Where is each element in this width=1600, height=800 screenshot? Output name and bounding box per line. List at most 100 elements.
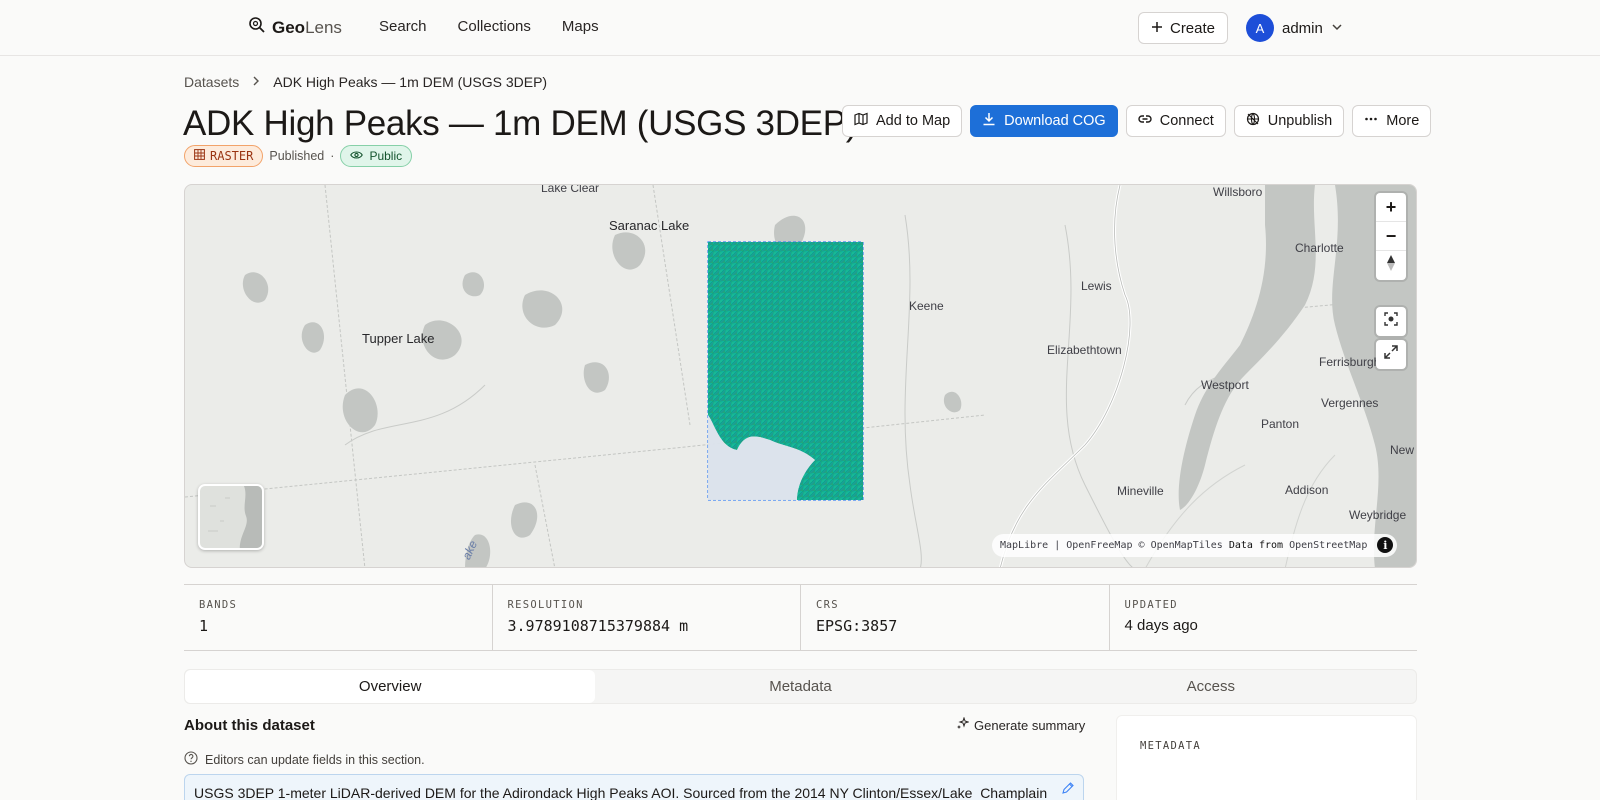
info-icon[interactable]: i	[1377, 537, 1394, 553]
map-label-vergennes: Vergennes	[1321, 396, 1379, 410]
more-label: More	[1386, 113, 1420, 129]
link-icon	[1138, 112, 1152, 130]
add-to-map-label: Add to Map	[876, 113, 951, 129]
map-label-saranac-lake: Saranac Lake	[609, 218, 690, 233]
compass-icon	[1385, 254, 1397, 277]
download-cog-button[interactable]: Download COG	[970, 105, 1118, 137]
unpublish-button[interactable]: Unpublish	[1233, 105, 1345, 137]
create-label: Create	[1169, 19, 1216, 37]
page-title: ADK High Peaks — 1m DEM (USGS 3DEP)	[183, 104, 858, 143]
breadcrumb-current: ADK High Peaks — 1m DEM (USGS 3DEP)	[273, 74, 548, 90]
map-label-tupper-lake: Tupper Lake	[362, 331, 435, 346]
stat-value: 3.9789108715379884 m	[507, 617, 689, 635]
sparkles-icon	[956, 716, 970, 733]
download-icon	[982, 112, 996, 130]
create-button[interactable]: Create	[1138, 12, 1228, 44]
fullscreen-button[interactable]	[1376, 340, 1406, 369]
map-zoom-controls: + −	[1376, 193, 1406, 280]
stat-value: 4 days ago	[1124, 617, 1198, 634]
stat-resolution: RESOLUTION 3.9789108715379884 m	[493, 585, 801, 650]
compass-button[interactable]	[1376, 251, 1406, 280]
stat-label: BANDS	[199, 599, 238, 611]
map-label-westport: Westport	[1201, 378, 1249, 392]
description-field[interactable]: USGS 3DEP 1-meter LiDAR-derived DEM for …	[184, 774, 1084, 800]
map-view[interactable]: Lake Clear Saranac Lake Tupper Lake Keen…	[184, 184, 1417, 568]
type-badge: RASTER	[184, 145, 264, 167]
stat-updated: UPDATED 4 days ago	[1110, 585, 1418, 650]
editors-note: Editors can update fields in this sectio…	[184, 751, 425, 768]
logo-magnifier-icon	[248, 16, 266, 39]
plus-icon	[1151, 20, 1163, 37]
breadcrumb-datasets[interactable]: Datasets	[184, 74, 239, 91]
map-label-new: New	[1390, 443, 1415, 457]
map-icon	[854, 112, 868, 130]
logo[interactable]: GeoLens	[248, 16, 342, 39]
pencil-icon[interactable]	[1061, 781, 1075, 798]
minus-icon: −	[1385, 225, 1397, 246]
attribution-osm[interactable]: OpenStreetMap	[1289, 540, 1367, 551]
map-label-panton: Panton	[1261, 417, 1300, 431]
nav-link-search[interactable]: Search	[379, 18, 427, 35]
tab-bar: Overview Metadata Access	[184, 669, 1417, 704]
map-label-elizabethtown: Elizabethtown	[1047, 343, 1122, 357]
locate-button[interactable]	[1376, 307, 1406, 336]
map-label-lake-clear: Lake Clear	[541, 184, 600, 195]
map-label-addison: Addison	[1285, 483, 1329, 497]
stat-bands: BANDS 1	[184, 585, 493, 650]
generate-summary-label: Generate summary	[974, 717, 1086, 733]
nav-link-collections[interactable]: Collections	[458, 18, 531, 35]
help-circle-icon	[184, 751, 198, 768]
basemap	[185, 185, 1416, 567]
tab-metadata[interactable]: Metadata	[595, 670, 1005, 703]
attribution-openfreemap[interactable]: OpenFreeMap	[1066, 540, 1132, 551]
map-attribution: MapLibre | OpenFreeMap © OpenMapTiles Da…	[992, 534, 1398, 557]
editors-note-text: Editors can update fields in this sectio…	[205, 752, 425, 767]
zoom-out-button[interactable]: −	[1376, 222, 1406, 251]
ellipsis-icon	[1364, 112, 1378, 130]
map-label-mineville: Mineville	[1117, 484, 1164, 498]
logo-text-light: Lens	[305, 17, 342, 37]
generate-summary-button[interactable]: Generate summary	[956, 716, 1086, 733]
stat-value: EPSG:3857	[816, 617, 898, 635]
eye-icon	[350, 149, 364, 163]
grid-icon	[194, 149, 205, 163]
stat-value: 1	[199, 617, 209, 635]
metadata-panel-label: METADATA	[1140, 740, 1201, 752]
metadata-side-panel: METADATA	[1116, 715, 1417, 800]
stat-label: CRS	[816, 599, 839, 611]
breadcrumb: Datasets ADK High Peaks — 1m DEM (USGS 3…	[184, 74, 547, 91]
top-navigation: GeoLens Search Collections Maps Create A…	[0, 0, 1600, 56]
type-badge-label: RASTER	[210, 149, 254, 163]
stat-crs: CRS EPSG:3857	[801, 585, 1110, 650]
user-menu[interactable]: A admin	[1246, 14, 1343, 42]
about-heading: About this dataset	[184, 717, 315, 734]
stat-label: RESOLUTION	[507, 599, 584, 611]
tab-overview[interactable]: Overview	[185, 670, 596, 703]
map-label-willsboro: Willsboro	[1213, 185, 1263, 199]
visibility-label: Public	[369, 149, 403, 163]
add-to-map-button[interactable]: Add to Map	[842, 105, 963, 137]
map-label-lewis: Lewis	[1081, 279, 1112, 293]
map-label-weybridge: Weybridge	[1349, 508, 1407, 522]
minimap[interactable]	[198, 484, 264, 550]
status-text: Published	[269, 149, 325, 163]
connect-label: Connect	[1159, 113, 1214, 129]
map-label-ferrisburgh: Ferrisburgh	[1319, 355, 1381, 369]
fullscreen-icon	[1383, 344, 1399, 365]
description-text: USGS 3DEP 1-meter LiDAR-derived DEM for …	[194, 785, 1048, 800]
unpublish-label: Unpublish	[1267, 113, 1333, 129]
attribution-openmaptiles[interactable]: © OpenMapTiles	[1139, 540, 1223, 551]
connect-button[interactable]: Connect	[1125, 105, 1226, 137]
logo-text-bold: Geo	[272, 17, 306, 37]
tab-access[interactable]: Access	[1006, 670, 1416, 703]
visibility-badge: Public	[340, 145, 413, 167]
attribution-maplibre[interactable]: MapLibre	[1000, 540, 1048, 551]
attribution-sep: |	[1054, 540, 1061, 551]
stats-bar: BANDS 1 RESOLUTION 3.9789108715379884 m …	[184, 584, 1417, 651]
attribution-data-from: Data from	[1228, 540, 1284, 551]
status-separator: ·	[330, 149, 335, 163]
nav-link-maps[interactable]: Maps	[562, 18, 599, 35]
zoom-in-button[interactable]: +	[1376, 193, 1406, 222]
more-button[interactable]: More	[1352, 105, 1432, 137]
map-label-charlotte: Charlotte	[1295, 241, 1344, 255]
